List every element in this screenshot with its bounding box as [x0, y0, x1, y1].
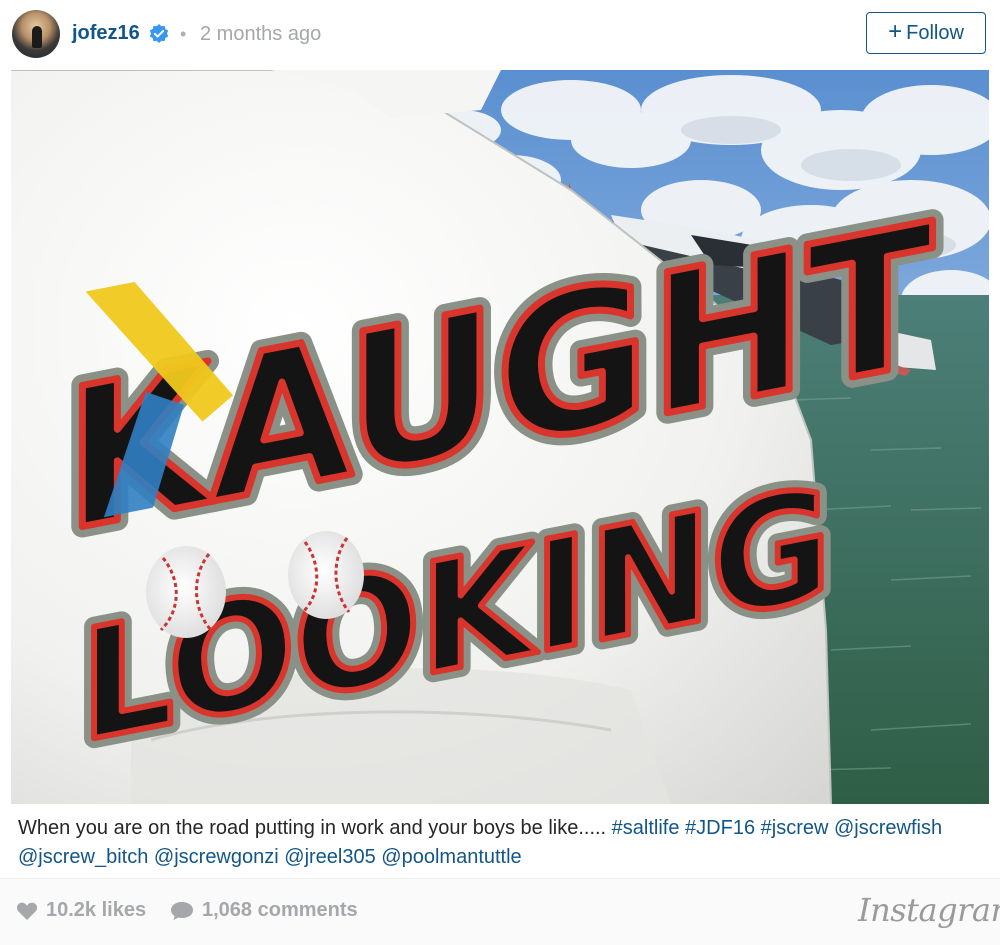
post-header: jofez16 • 2 months ago + Follow [0, 0, 1000, 70]
hashtag-link[interactable]: #JDF16 [685, 817, 755, 839]
post-footer: 10.2k likes 1,068 comments Instagram [0, 878, 1000, 945]
post-photo[interactable]: KAUGHT KAUGHT LOOKING LOOKING [11, 70, 989, 804]
hashtag-link[interactable]: #saltlife [612, 817, 680, 839]
likes-label: 10.2k likes [46, 899, 147, 921]
mention-link[interactable]: @jscrewgonzi [154, 846, 279, 868]
instagram-logo[interactable]: Instagram [858, 891, 1000, 929]
heart-icon[interactable] [16, 901, 38, 921]
speech-bubble-icon[interactable] [170, 901, 194, 921]
plus-icon: + [888, 18, 903, 45]
separator-dot: • [180, 24, 187, 44]
comments-count[interactable]: 1,068 comments [170, 899, 358, 922]
username-link[interactable]: jofez16 [72, 22, 140, 45]
caption-text: When you are on the road putting in work… [18, 817, 612, 839]
instagram-post: jofez16 • 2 months ago + Follow KAUGHT K… [0, 0, 1000, 945]
comments-label: 1,068 comments [202, 899, 358, 921]
mention-link[interactable]: @jscrew_bitch [18, 846, 148, 868]
verified-badge-icon [149, 24, 169, 43]
follow-button[interactable]: + Follow [866, 12, 986, 54]
likes-count[interactable]: 10.2k likes [16, 899, 146, 922]
hashtag-link[interactable]: #jscrew [761, 817, 829, 839]
user-avatar[interactable] [12, 10, 60, 58]
post-timestamp[interactable]: 2 months ago [200, 23, 321, 46]
mention-link[interactable]: @jscrewfish [834, 817, 942, 839]
post-caption: When you are on the road putting in work… [18, 814, 993, 872]
mention-link[interactable]: @poolmantuttle [381, 846, 521, 868]
mention-link[interactable]: @jreel305 [284, 846, 375, 868]
follow-label: Follow [906, 21, 964, 44]
